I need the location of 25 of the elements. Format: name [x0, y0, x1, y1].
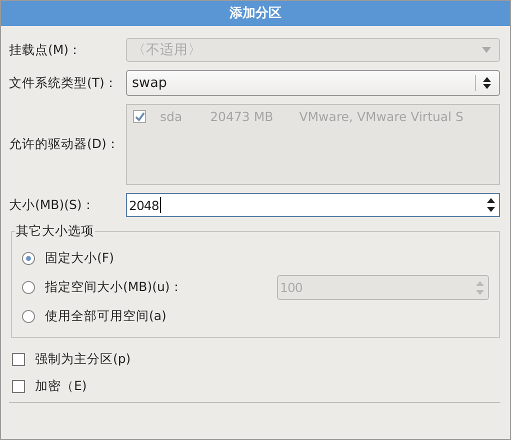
size-spin-field[interactable]: 2048: [126, 193, 500, 217]
mount-point-label: 挂载点(M)：: [9, 42, 83, 58]
option-label: 固定大小(F): [45, 250, 114, 267]
up-down-arrows-icon: [483, 77, 491, 89]
filesystem-type-label: 文件系统类型(T)：: [9, 74, 118, 92]
drive-size: 20473 MB: [210, 109, 274, 124]
filesystem-type-combo[interactable]: swap: [126, 70, 500, 96]
checkbox[interactable]: [12, 380, 25, 393]
dialog-title: 添加分区: [1, 1, 510, 26]
radio-button[interactable]: [22, 281, 35, 294]
dropdown-arrow-icon: [482, 47, 491, 53]
group-title: 其它大小选项: [15, 223, 95, 240]
option-label: 使用全部可用空间(a): [45, 308, 166, 325]
drive-model: VMware, VMware Virtual S: [299, 109, 464, 124]
spin-arrows-icon: [487, 197, 495, 213]
option-label: 指定空间大小(MB)(u)：: [45, 279, 183, 296]
allowed-drives-label: 允许的驱动器(D)：: [9, 136, 120, 153]
radio-button[interactable]: [22, 310, 35, 323]
size-label: 大小(MB)(S)：: [9, 196, 96, 214]
checkbox-label: 强制为主分区(p): [35, 351, 131, 368]
drive-name: sda: [160, 109, 182, 124]
checkbox[interactable]: [12, 353, 25, 366]
radio-button[interactable]: [22, 252, 35, 265]
spin-arrows-icon: [476, 280, 484, 296]
checkbox-label: 加密（E): [35, 378, 87, 395]
